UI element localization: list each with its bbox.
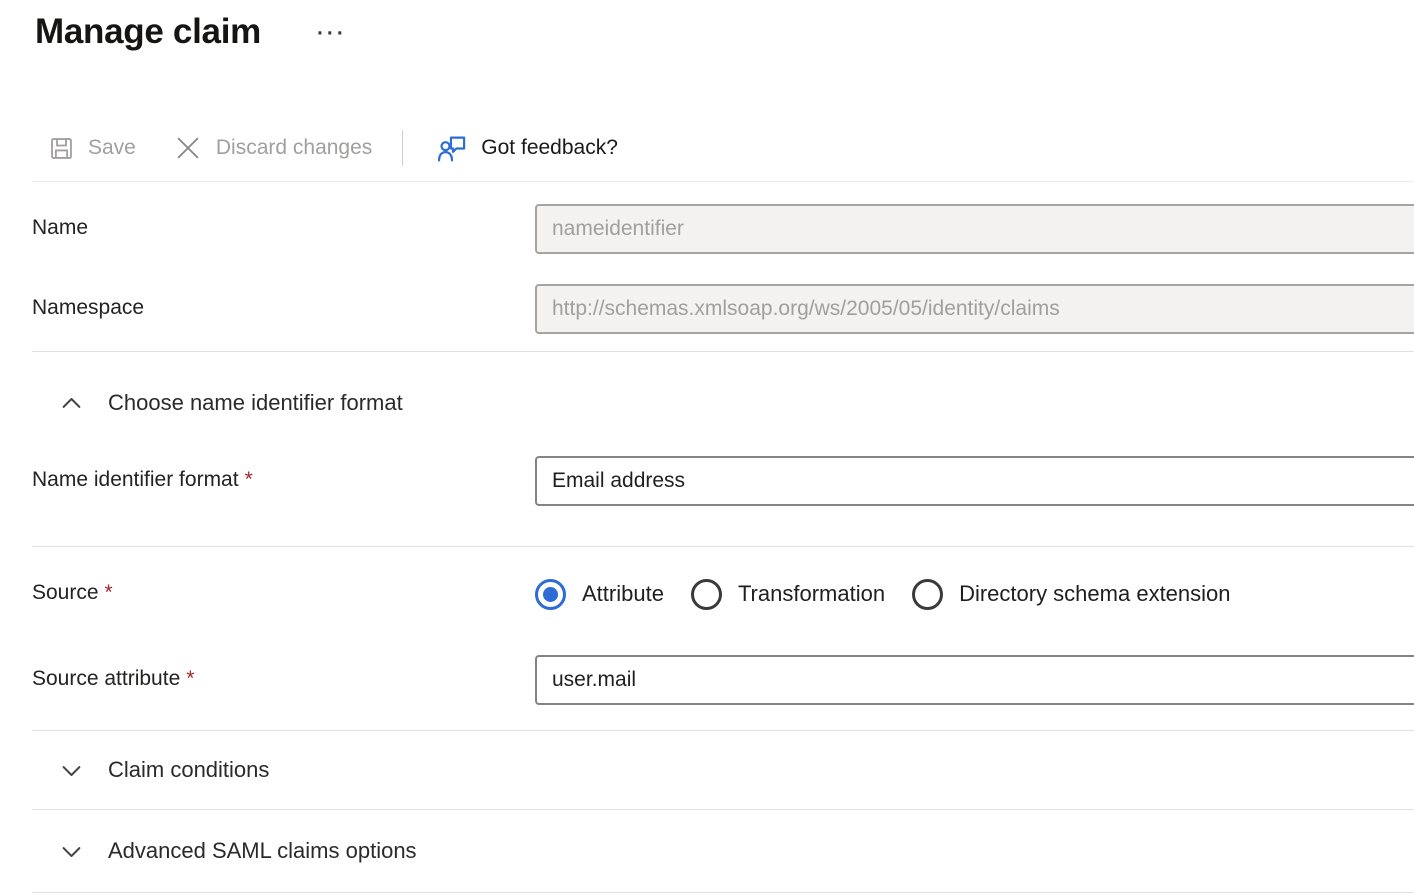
name-identifier-format-dropdown[interactable]: Email address (535, 456, 1414, 506)
source-attribute-label: Source attribute* (32, 655, 535, 691)
page-header: Manage claim ··· (32, 0, 1414, 56)
manage-claim-page: Manage claim ··· Save Discard changes (0, 0, 1414, 893)
chevron-up-icon (58, 390, 85, 417)
radio-selected-icon (535, 579, 566, 610)
section-claim-conditions[interactable]: Claim conditions (32, 753, 1414, 787)
name-label: Name (32, 204, 535, 240)
section-title: Choose name identifier format (108, 390, 403, 416)
namespace-row: Namespace (32, 284, 1414, 334)
section-separator (32, 809, 1414, 810)
required-asterisk: * (105, 581, 113, 604)
chevron-down-icon (58, 838, 85, 865)
section-choose-name-identifier-format[interactable]: Choose name identifier format (32, 386, 1414, 420)
namespace-label: Namespace (32, 284, 535, 320)
toolbar-separator (32, 181, 1414, 182)
name-identifier-format-row: Name identifier format* Email address (32, 456, 1414, 506)
section-title: Advanced SAML claims options (108, 838, 417, 864)
name-input (535, 204, 1414, 254)
radio-option-transformation[interactable]: Transformation (691, 579, 885, 610)
source-attribute-row: Source attribute* (32, 655, 1414, 705)
section-separator (32, 351, 1414, 352)
radio-option-attribute[interactable]: Attribute (535, 579, 664, 610)
source-row: Source* Attribute Transformation Directo… (32, 569, 1414, 619)
discard-changes-label: Discard changes (216, 136, 372, 160)
section-title: Claim conditions (108, 757, 269, 783)
save-button[interactable]: Save (48, 135, 136, 162)
discard-x-icon (173, 133, 203, 163)
save-label: Save (88, 136, 136, 160)
namespace-input (535, 284, 1414, 334)
section-separator (32, 730, 1414, 731)
radio-unselected-icon (691, 579, 722, 610)
radio-option-directory-schema-extension[interactable]: Directory schema extension (912, 579, 1230, 610)
radio-label: Transformation (738, 581, 885, 607)
section-separator (32, 892, 1414, 893)
name-identifier-format-label: Name identifier format* (32, 456, 535, 492)
section-advanced-saml-claims-options[interactable]: Advanced SAML claims options (32, 834, 1414, 868)
radio-unselected-icon (912, 579, 943, 610)
got-feedback-button[interactable]: Got feedback? (437, 133, 618, 164)
page-title: Manage claim (35, 8, 261, 56)
source-radio-group: Attribute Transformation Directory schem… (535, 569, 1414, 619)
discard-changes-button[interactable]: Discard changes (173, 133, 372, 163)
command-bar: Save Discard changes Got feedback? (32, 126, 1414, 170)
feedback-person-icon (437, 133, 468, 164)
chevron-down-icon (58, 757, 85, 784)
source-attribute-input[interactable] (535, 655, 1414, 705)
got-feedback-label: Got feedback? (481, 136, 618, 160)
radio-label: Attribute (582, 581, 664, 607)
required-asterisk: * (245, 468, 253, 491)
name-row: Name (32, 204, 1414, 254)
source-label: Source* (32, 569, 535, 605)
toolbar-divider (402, 130, 403, 166)
required-asterisk: * (186, 667, 194, 690)
save-floppy-icon (48, 135, 75, 162)
context-menu-ellipsis-icon[interactable]: ··· (317, 18, 347, 46)
section-separator (32, 546, 1414, 547)
radio-label: Directory schema extension (959, 581, 1230, 607)
